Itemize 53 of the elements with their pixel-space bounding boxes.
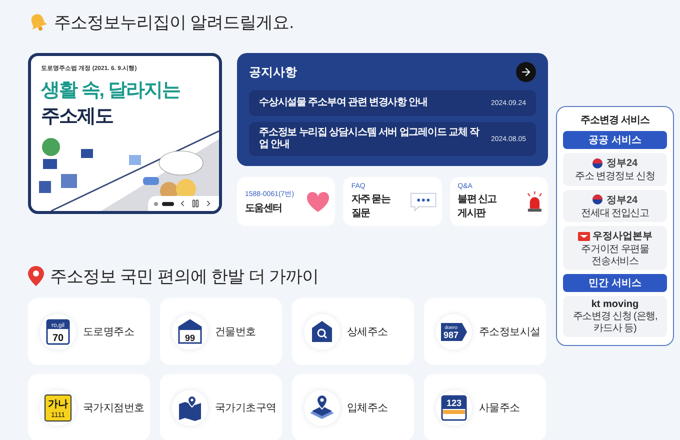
chat-bubble-icon [410, 192, 437, 212]
service-label: 주소정보시설 [479, 324, 540, 338]
service-label: 건물번호 [215, 324, 256, 338]
panel-title: 공지사항 [249, 64, 297, 80]
brand-name: 정부24 [606, 157, 638, 170]
service-label: 입체주소 [347, 400, 388, 414]
section-heading: 주소정보 국민 편의에 한발 더 가까이 [50, 266, 319, 288]
brand-name: 정부24 [606, 194, 638, 206]
service-card[interactable]: 국가기초구역 [160, 374, 282, 440]
service-label: 국가기초구역 [215, 400, 276, 414]
building-number-icon: 99 [176, 318, 204, 346]
arrow-button[interactable] [516, 62, 536, 82]
service-card[interactable]: 상세주소 [292, 298, 414, 365]
quick-link-label: 도움센터 [245, 202, 283, 214]
widget-service-link[interactable]: kt moving 주소변경 신청 (은행,카드사 등) [563, 296, 667, 337]
notice-title: 주소정보 누리집 상담시스템 서버 업그레이드 교체 작업 안내 [259, 127, 480, 151]
banner-headline: 주소제도 [41, 105, 114, 129]
service-card[interactable]: 99 건물번호 [160, 298, 282, 365]
taegeuk-icon [592, 158, 604, 168]
next-icon[interactable] [204, 199, 213, 208]
notice-title: 수상시설물 주소부여 관련 변경사항 안내 [259, 97, 429, 109]
service-label: 국가지점번호 [83, 400, 144, 414]
post-logo-icon [578, 232, 590, 240]
service-description: 전세대 전입신고 [581, 208, 649, 219]
service-card[interactable]: 입체주소 [292, 374, 414, 440]
service-card[interactable]: 123 사물주소 [424, 374, 546, 440]
map-pin-icon [28, 266, 44, 286]
service-label: 도로명주소 [83, 324, 134, 338]
widget-service-link[interactable]: 정부24 주소 변경정보 신청 [563, 153, 667, 186]
service-description: 주소변경 신청 (은행,카드사 등) [572, 311, 658, 334]
widget-service-link[interactable]: 우정사업본부 주거이전 우편물 전송서비스 [563, 226, 667, 270]
previous-icon[interactable] [178, 199, 187, 208]
pause-icon[interactable] [191, 199, 200, 208]
quick-link-label: 불편 신고 게시판 [458, 193, 498, 220]
arrow-right-icon [520, 66, 532, 78]
banner-headline: 생활 속, 달라지는 [41, 79, 181, 103]
widget-section-heading: 공공 서비스 [563, 131, 667, 149]
service-label: 상세주소 [347, 324, 388, 338]
service-description: 주소 변경정보 신청 [575, 171, 655, 182]
taegeuk-icon [592, 194, 604, 205]
widget-section-heading: 민간 서비스 [563, 274, 667, 292]
heart-icon [306, 190, 330, 212]
brand-name: 우정사업본부 [592, 230, 652, 243]
widget-title: 주소변경 서비스 [580, 114, 650, 127]
siren-icon [526, 190, 543, 212]
service-label: 사물주소 [479, 400, 520, 414]
slide-indicator[interactable] [162, 202, 174, 206]
number-sign-icon: 123 [440, 394, 468, 422]
brand-name: kt moving [591, 299, 639, 310]
service-description: 주거이전 우편물 전송서비스 [580, 244, 650, 267]
quick-link-label: 자주 묻는 질문 [351, 193, 392, 220]
section-heading: 주소정보누리집이 알려드릴게요. [54, 12, 294, 34]
widget-service-link[interactable]: 정부24 전세대 전입신고 [563, 190, 667, 222]
